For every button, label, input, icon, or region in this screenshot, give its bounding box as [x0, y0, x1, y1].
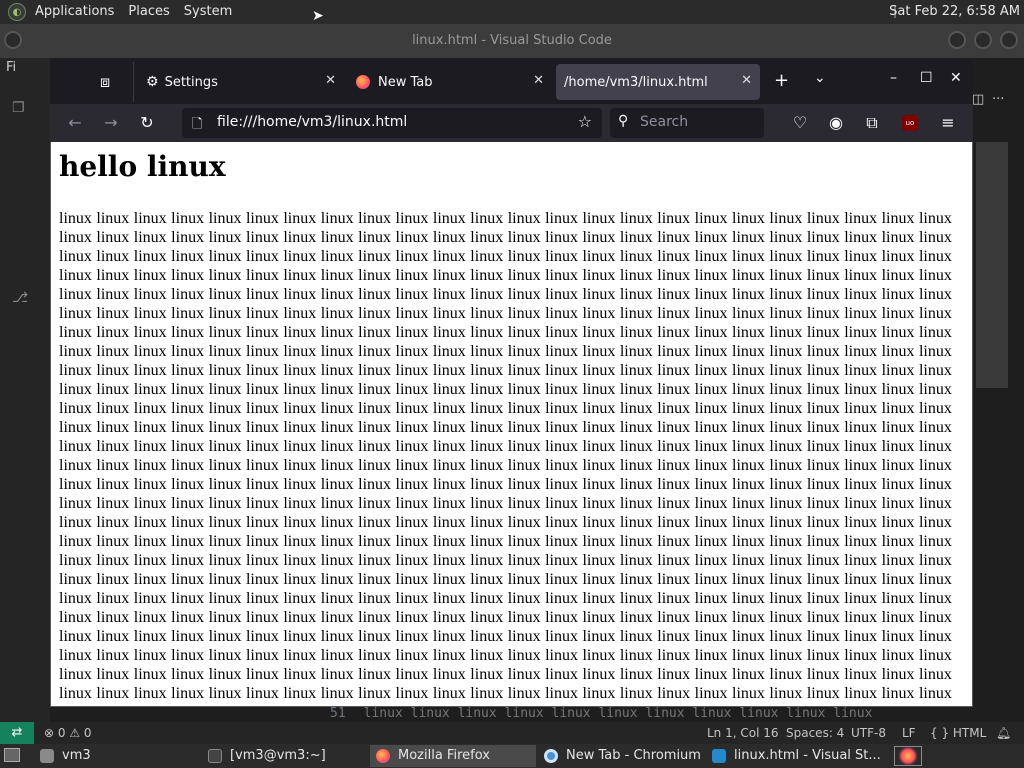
maximize-window-icon[interactable]: [974, 31, 992, 49]
tab-linux-html[interactable]: /home/vm3/linux.html ✕: [556, 64, 760, 100]
indentation[interactable]: Spaces: 4: [786, 722, 844, 744]
ublock-origin-icon[interactable]: uo: [902, 115, 918, 131]
taskbar-label: [vm3@vm3:~]: [230, 748, 326, 763]
top-panel: ◐ Applications Places System: [0, 0, 1024, 24]
bookmark-star-icon[interactable]: ☆: [578, 112, 592, 131]
cursor-position[interactable]: Ln 1, Col 16: [707, 722, 779, 744]
taskbar-label: New Tab - Chromium: [566, 748, 701, 763]
chromium-icon: [544, 749, 558, 763]
window-menu-icon[interactable]: [4, 31, 22, 49]
clock[interactable]: Sat Feb 22, 6:58 AM: [889, 0, 1020, 24]
url-text[interactable]: file:///home/vm3/linux.html: [217, 114, 407, 130]
vscode-icon: [712, 749, 726, 763]
source-control-icon[interactable]: ⎇: [12, 290, 28, 306]
split-editor-icon[interactable]: ◫: [972, 92, 984, 107]
firefox-icon: [376, 749, 390, 763]
vscode-title: linux.html - Visual Studio Code: [412, 33, 612, 48]
forward-icon[interactable]: →: [97, 108, 125, 138]
more-actions-icon[interactable]: ···: [992, 92, 1004, 107]
tab-new-tab[interactable]: New Tab ✕: [348, 64, 552, 100]
page-text: linux linux linux linux linux linux linu…: [59, 210, 952, 702]
new-tab-icon[interactable]: +: [774, 70, 789, 91]
search-icon: ⚲: [618, 113, 629, 129]
account-icon[interactable]: ◉: [822, 108, 850, 138]
firefox-view-icon[interactable]: ⧈: [100, 72, 110, 92]
remote-icon[interactable]: ⇄: [0, 722, 34, 744]
distro-logo-icon[interactable]: ◐: [8, 3, 26, 21]
close-icon[interactable]: ✕: [950, 70, 962, 86]
vscode-minimap[interactable]: [976, 142, 1008, 388]
line-ending[interactable]: LF: [902, 722, 916, 744]
taskbar-label: linux.html - Visual St...: [734, 748, 881, 763]
editor-line-text: linux linux linux linux linux linux linu…: [363, 706, 873, 721]
tab-settings[interactable]: ⚙ Settings ✕: [138, 64, 344, 100]
taskbar-label: Mozilla Firefox: [398, 748, 490, 763]
notifications-bell-icon[interactable]: 🔔︎: [996, 722, 1011, 744]
pocket-icon[interactable]: ♡: [786, 108, 814, 138]
tab-label: /home/vm3/linux.html: [564, 74, 708, 90]
search-placeholder: Search: [640, 114, 689, 130]
url-bar[interactable]: 🗋 file:///home/vm3/linux.html ☆: [182, 108, 602, 138]
editor-line[interactable]: 51 linux linux linux linux linux linux li…: [330, 706, 872, 721]
close-window-icon[interactable]: [1000, 31, 1018, 49]
problems-indicator[interactable]: ⊗ 0 ⚠ 0: [44, 722, 92, 744]
maximize-icon[interactable]: ☐: [920, 70, 933, 86]
close-tab-icon[interactable]: ✕: [533, 73, 544, 88]
language-mode[interactable]: { } HTML: [930, 722, 986, 744]
minimize-icon[interactable]: –: [890, 70, 897, 86]
firefox-icon: [356, 75, 370, 89]
tab-label: New Tab: [378, 74, 433, 90]
page-heading: hello linux: [59, 150, 226, 183]
hamburger-menu-icon[interactable]: ≡: [934, 108, 962, 138]
list-all-tabs-icon[interactable]: ⌄: [814, 70, 826, 86]
firefox-tray-icon[interactable]: [894, 746, 922, 766]
explorer-icon[interactable]: ❐: [12, 100, 25, 116]
taskbar-item-terminal[interactable]: [vm3@vm3:~]: [202, 745, 372, 767]
extensions-icon[interactable]: ⧉: [858, 108, 886, 138]
mouse-cursor-icon: ➤: [312, 8, 324, 24]
menu-system[interactable]: System: [177, 0, 239, 24]
taskbar-item-vm3[interactable]: vm3: [34, 745, 206, 767]
back-icon[interactable]: ←: [61, 108, 89, 138]
menu-places[interactable]: Places: [121, 0, 176, 24]
reload-icon[interactable]: ↻: [133, 108, 161, 138]
tab-label: Settings: [164, 74, 218, 90]
line-number: 51: [330, 706, 346, 721]
vscode-activity-bar: [0, 58, 50, 722]
terminal-icon: [208, 749, 222, 763]
folder-icon: [40, 749, 54, 763]
page-content: hello linux linux linux linux linux linu…: [51, 142, 972, 706]
search-bar[interactable]: ⚲ Search: [610, 108, 764, 138]
taskbar-item-chromium[interactable]: New Tab - Chromium: [538, 745, 710, 767]
show-desktop-icon[interactable]: [4, 748, 20, 762]
minimize-window-icon[interactable]: [948, 31, 966, 49]
close-tab-icon[interactable]: ✕: [325, 73, 336, 88]
taskbar-item-vscode[interactable]: linux.html - Visual St...: [706, 745, 886, 767]
close-tab-icon[interactable]: ✕: [741, 73, 752, 88]
vscode-menu-file[interactable]: Fi: [6, 60, 16, 75]
page-icon: 🗋: [192, 117, 203, 132]
vscode-titlebar: linux.html - Visual Studio Code: [0, 24, 1024, 58]
menu-applications[interactable]: Applications: [28, 0, 121, 24]
tab-separator: [133, 62, 134, 102]
encoding[interactable]: UTF-8: [851, 722, 886, 744]
taskbar-item-firefox[interactable]: Mozilla Firefox: [370, 745, 536, 767]
taskbar-label: vm3: [62, 748, 91, 763]
gear-icon: ⚙: [146, 74, 159, 90]
